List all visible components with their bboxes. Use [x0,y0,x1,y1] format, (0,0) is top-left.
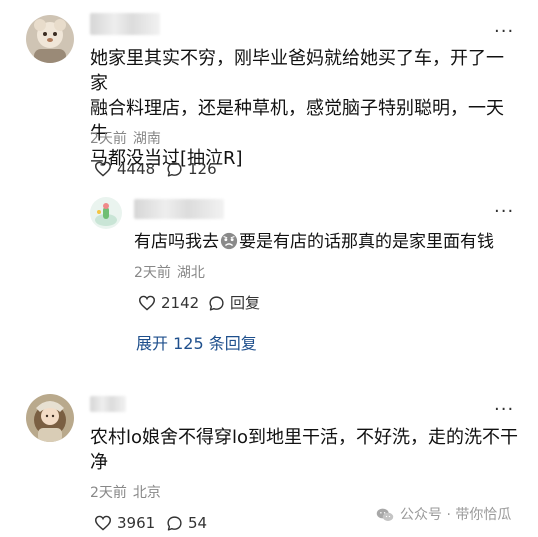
comment-bubble-icon [167,161,182,177]
comment-time: 2天前 [90,131,127,147]
comment-text: 她家里其实不穷，刚毕业爸妈就给她买了车，开了一家 融合料理店，还是种草机，感觉脑… [90,48,504,169]
like-button[interactable]: 3961 [94,514,155,532]
username-blurred[interactable] [90,13,160,35]
watermark-text: 公众号 · 带你恰瓜 [400,507,512,523]
reply-meta: 2天前 湖北 [134,264,205,282]
comment-bubble-icon [209,295,224,311]
reply-text: 有店吗我去 要是有店的话那真的是家里面有钱 [134,230,524,258]
more-options-icon[interactable]: ··· [494,202,514,222]
comment-time: 2天前 [90,485,127,501]
reply-count-button[interactable]: 54 [166,514,207,532]
username-blurred[interactable] [90,396,126,412]
comment-meta: 2天前 湖南 [90,130,161,148]
comment-location: 北京 [132,485,161,501]
comment-location: 湖南 [132,131,161,147]
heart-icon [94,161,112,177]
avatar-image-icon [90,197,122,229]
avatar[interactable] [26,394,74,442]
avatar[interactable] [26,15,74,63]
like-count: 2142 [161,294,200,312]
sad-face-emoji-icon [220,232,238,258]
reply-button[interactable]: 回复 [208,294,260,312]
comment-text: 农村lo娘舍不得穿lo到地里干活，不好洗，走的洗不干 净 [90,427,519,473]
comment-meta: 2天前 北京 [90,484,161,502]
reply-time: 2天前 [134,265,171,281]
reply-count: 126 [188,160,217,178]
reply-location: 湖北 [176,265,205,281]
avatar[interactable] [90,197,122,229]
like-count: 3961 [117,514,156,532]
heart-icon [138,295,156,311]
avatar-image-icon [26,15,74,63]
more-options-icon[interactable]: ··· [494,22,514,42]
like-button[interactable]: 4448 [94,160,155,178]
watermark: 公众号 · 带你恰瓜 [376,506,511,524]
like-button[interactable]: 2142 [138,294,199,312]
like-count: 4448 [117,160,156,178]
wechat-icon [376,508,394,521]
comment-section: ··· 她家里其实不穷，刚毕业爸妈就给她买了车，开了一家 融合料理店，还是种草机… [0,0,538,537]
avatar-image-icon [26,394,74,442]
expand-replies-link[interactable]: 展开 125 条回复 [136,334,257,354]
heart-icon [94,515,112,531]
reply-label: 回复 [230,294,261,312]
reply-count: 54 [188,514,208,532]
username-blurred[interactable] [134,199,224,219]
reply-count-button[interactable]: 126 [166,160,217,178]
more-options-icon[interactable]: ··· [494,400,514,420]
comment-bubble-icon [167,515,182,531]
